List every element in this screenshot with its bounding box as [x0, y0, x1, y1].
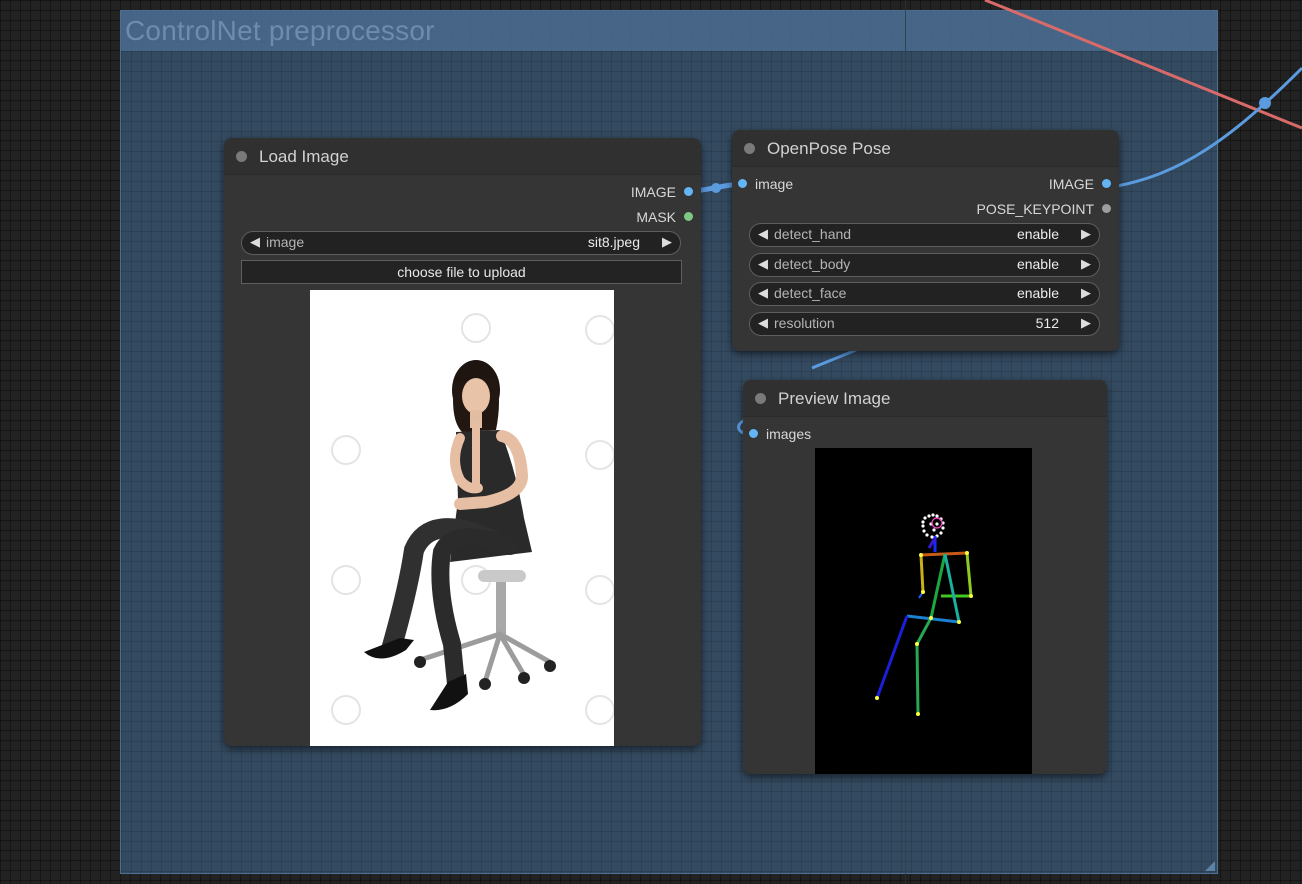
output-pose-keypoint-socket[interactable]: [1102, 204, 1111, 213]
detect-body-widget[interactable]: ◀ detect_body enable ▶: [749, 253, 1100, 277]
widget-value: enable: [1016, 256, 1059, 272]
arrow-left-icon[interactable]: ◀: [758, 315, 768, 331]
input-image-socket[interactable]: [738, 179, 747, 188]
image-combo-widget[interactable]: ◀ image sit8.jpeg ▶: [241, 231, 681, 255]
loaded-image-preview: [310, 290, 614, 746]
detect-face-widget[interactable]: ◀ detect_face enable ▶: [749, 282, 1100, 306]
red-link: [984, 0, 1302, 130]
arrow-right-icon[interactable]: ▶: [1081, 226, 1091, 242]
output-image-socket[interactable]: [1102, 179, 1111, 188]
pose-preview-image: [815, 448, 1032, 774]
widget-name: resolution: [774, 315, 835, 331]
widget-name: detect_hand: [774, 226, 852, 242]
node-load-image[interactable]: Load Image IMAGE MASK ◀ image sit8.jpeg …: [224, 138, 701, 746]
arrow-left-icon[interactable]: ◀: [758, 226, 768, 242]
node-header[interactable]: OpenPose Pose: [732, 130, 1119, 167]
link-midpoint: [711, 183, 721, 193]
output-image-socket[interactable]: [684, 187, 693, 196]
collapse-dot[interactable]: [755, 393, 766, 404]
output-pose-keypoint-label: POSE_KEYPOINT: [976, 201, 1094, 217]
node-header[interactable]: Preview Image: [743, 380, 1107, 417]
arrow-right-icon[interactable]: ▶: [662, 234, 672, 250]
preview-link: [811, 348, 857, 370]
link-midpoint: [1259, 97, 1271, 109]
input-images-label: images: [766, 426, 812, 442]
widget-value: sit8.jpeg: [587, 234, 640, 250]
widget-name: detect_body: [774, 256, 851, 272]
input-images-socket[interactable]: [749, 429, 758, 438]
arrow-left-icon[interactable]: ◀: [758, 256, 768, 272]
node-title: Preview Image: [778, 389, 891, 408]
widget-value: 512: [1035, 315, 1059, 331]
node-title: OpenPose Pose: [767, 139, 891, 158]
arrow-left-icon[interactable]: ◀: [758, 285, 768, 301]
upload-button[interactable]: choose file to upload: [241, 260, 682, 284]
resolution-widget[interactable]: ◀ resolution 512 ▶: [749, 312, 1100, 336]
image-output-link: [1111, 66, 1302, 189]
node-title: Load Image: [259, 147, 349, 166]
widget-name: image: [266, 234, 305, 250]
arrow-right-icon[interactable]: ▶: [1081, 256, 1091, 272]
input-image-label: image: [755, 176, 794, 192]
node-header[interactable]: Load Image: [224, 138, 701, 175]
widget-name: detect_face: [774, 285, 847, 301]
widget-value: enable: [1016, 285, 1059, 301]
arrow-right-icon[interactable]: ▶: [1081, 285, 1091, 301]
woman-photo-icon: [331, 313, 614, 725]
node-openpose-pose[interactable]: OpenPose Pose image IMAGE POSE_KEYPOINT …: [732, 130, 1119, 351]
collapse-dot[interactable]: [744, 143, 755, 154]
node-preview-image[interactable]: Preview Image images: [743, 380, 1107, 774]
widget-value: enable: [1016, 226, 1059, 242]
arrow-left-icon[interactable]: ◀: [250, 234, 260, 250]
detect-hand-widget[interactable]: ◀ detect_hand enable ▶: [749, 223, 1100, 247]
output-image-label: IMAGE: [630, 184, 676, 200]
arrow-right-icon[interactable]: ▶: [1081, 315, 1091, 331]
output-mask-socket[interactable]: [684, 212, 693, 221]
output-image-label: IMAGE: [1048, 176, 1094, 192]
output-mask-label: MASK: [636, 209, 676, 225]
pose-skeleton-icon: [875, 513, 973, 716]
collapse-dot[interactable]: [236, 151, 247, 162]
